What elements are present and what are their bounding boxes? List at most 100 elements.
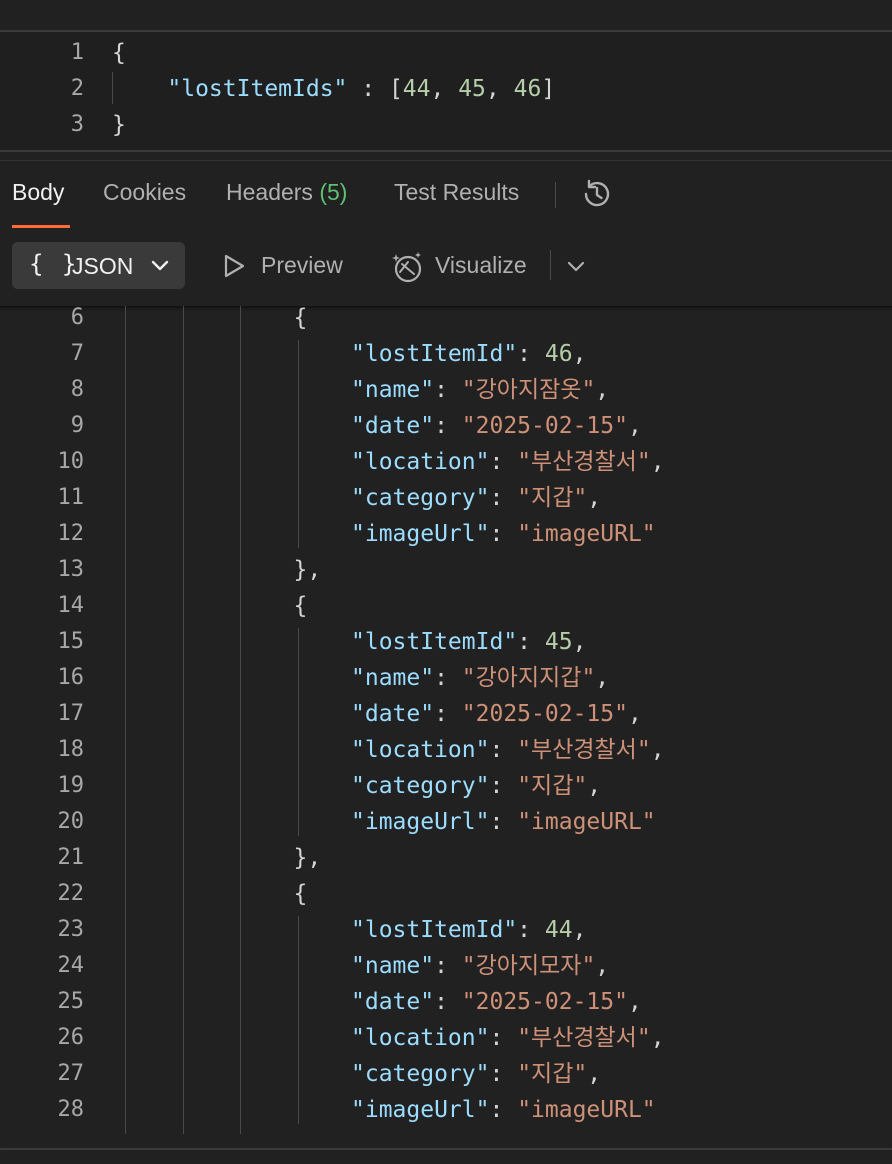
code-token-str: "부산경찰서": [517, 449, 651, 475]
code-token-str: "부산경찰서": [517, 1025, 651, 1051]
code-token-punc: ,: [572, 917, 587, 943]
code-token-str: "2025-02-15": [461, 701, 628, 727]
visualize-icon: [390, 250, 424, 290]
code-token-key: "category": [351, 1061, 490, 1087]
code-token-punc: ,: [650, 449, 665, 475]
code-token-punc: ,: [595, 953, 610, 979]
code-token-punc: :: [517, 629, 545, 655]
visualize-options-chevron-down-icon[interactable]: [565, 255, 587, 277]
code-token-key: "name": [351, 953, 435, 979]
code-token-punc: ]: [541, 76, 556, 102]
request-body-editor[interactable]: 1{2 "lostItemIds" : [44, 45, 46] 3}: [0, 30, 892, 152]
code-content: "name": "강아지모자",: [351, 948, 609, 984]
code-content: "date": "2025-02-15",: [351, 696, 642, 732]
response-footer-border: [0, 1148, 892, 1164]
code-content: "location": "부산경찰서",: [351, 1020, 665, 1056]
code-token-punc: :: [489, 737, 518, 763]
code-token-brace: }: [112, 112, 126, 138]
response-body-editor[interactable]: 6{7 "lostItemId": 46, 8 "name": "강아지잠옷", 9 "d…: [0, 306, 892, 1148]
line-number: 3: [70, 112, 84, 137]
code-token-punc: ,: [595, 665, 610, 691]
code-line: 3}: [0, 107, 892, 143]
code-token-punc: ,: [587, 773, 602, 799]
code-line: 14 {: [0, 588, 892, 624]
tab-headers[interactable]: Headers (5): [226, 179, 347, 219]
code-token-str: "지갑": [517, 1061, 588, 1087]
code-token-punc: :: [517, 341, 545, 367]
line-number: 6: [70, 306, 84, 330]
preview-button[interactable]: Preview: [220, 250, 360, 282]
code-line: 12 "imageUrl": "imageURL": [0, 516, 892, 552]
code-token-brace: },: [293, 557, 322, 583]
code-token-str: "imageURL": [517, 1097, 656, 1123]
code-token-punc: :: [489, 521, 518, 547]
code-token-str: "imageURL": [517, 809, 656, 835]
code-token-punc: ,: [485, 76, 514, 102]
code-token-punc: :: [434, 953, 462, 979]
code-token-num: 44: [402, 76, 431, 102]
code-token-punc: ,: [595, 377, 610, 403]
format-select-label: JSON: [72, 253, 134, 279]
code-token-brace: {: [293, 593, 308, 619]
code-token-key: "date": [351, 701, 435, 727]
code-token-str: "imageURL": [517, 521, 656, 547]
code-token-brace: {: [293, 306, 308, 331]
history-icon[interactable]: [580, 177, 614, 211]
tab-test-results[interactable]: Test Results: [394, 179, 519, 219]
code-line: 26 "location": "부산경찰서",: [0, 1020, 892, 1056]
code-content: {: [112, 35, 126, 71]
code-token-brace: {: [112, 40, 126, 66]
line-number: 18: [57, 737, 85, 762]
code-token-key: "date": [351, 413, 435, 439]
code-content: "lostItemIds" : [44, 45, 46]: [112, 71, 555, 107]
code-token-str: "지갑": [517, 485, 588, 511]
code-content: "name": "강아지지갑",: [351, 660, 609, 696]
code-token-str: "부산경찰서": [517, 737, 651, 763]
code-content: },: [294, 840, 322, 876]
code-token-key: "location": [351, 737, 490, 763]
code-line: 22 {: [0, 876, 892, 912]
code-token-punc: :: [434, 413, 462, 439]
code-token-punc: [112, 76, 167, 102]
line-number: 12: [57, 521, 85, 546]
code-token-num: 45: [458, 76, 486, 102]
code-token-punc: :: [434, 701, 462, 727]
code-line: 24 "name": "강아지모자",: [0, 948, 892, 984]
code-token-num: 44: [544, 917, 573, 943]
code-token-num: 45: [544, 629, 573, 655]
line-number: 2: [70, 76, 84, 101]
code-token-key: "category": [351, 485, 490, 511]
code-content: "lostItemId": 46,: [351, 336, 586, 372]
toolbar-divider: [550, 250, 551, 280]
code-line: 15 "lostItemId": 45,: [0, 624, 892, 660]
code-token-key: "location": [351, 1025, 490, 1051]
code-token-punc: :: [434, 665, 462, 691]
code-token-punc: ,: [627, 413, 642, 439]
code-token-key: "lostItemId": [351, 917, 518, 943]
tab-body[interactable]: Body: [12, 179, 64, 219]
line-number: 14: [57, 593, 85, 618]
code-content: }: [112, 107, 126, 143]
code-token-key: "date": [351, 989, 435, 1015]
code-content: "imageUrl": "imageURL": [351, 516, 656, 552]
code-token-punc: ,: [627, 989, 642, 1015]
code-line: 7 "lostItemId": 46,: [0, 336, 892, 372]
code-token-key: "imageUrl": [351, 809, 490, 835]
format-select[interactable]: { } JSON: [12, 242, 185, 289]
code-content: "lostItemId": 45,: [351, 624, 586, 660]
code-line: 21},: [0, 840, 892, 876]
play-icon: [222, 253, 246, 285]
headers-count-badge: (5): [319, 179, 348, 205]
code-line: 6{: [0, 306, 892, 336]
json-braces-icon: { }: [29, 250, 79, 278]
active-tab-indicator: [12, 225, 70, 228]
code-token-key: "imageUrl": [351, 1097, 490, 1123]
tab-cookies[interactable]: Cookies: [103, 179, 186, 219]
code-token-punc: :: [517, 917, 545, 943]
code-token-punc: :: [489, 485, 518, 511]
code-token-punc: ,: [572, 341, 587, 367]
visualize-button[interactable]: Visualize: [390, 250, 540, 283]
code-token-punc: ,: [572, 629, 587, 655]
code-token-punc: :: [489, 1061, 518, 1087]
code-token-key: "location": [351, 449, 490, 475]
